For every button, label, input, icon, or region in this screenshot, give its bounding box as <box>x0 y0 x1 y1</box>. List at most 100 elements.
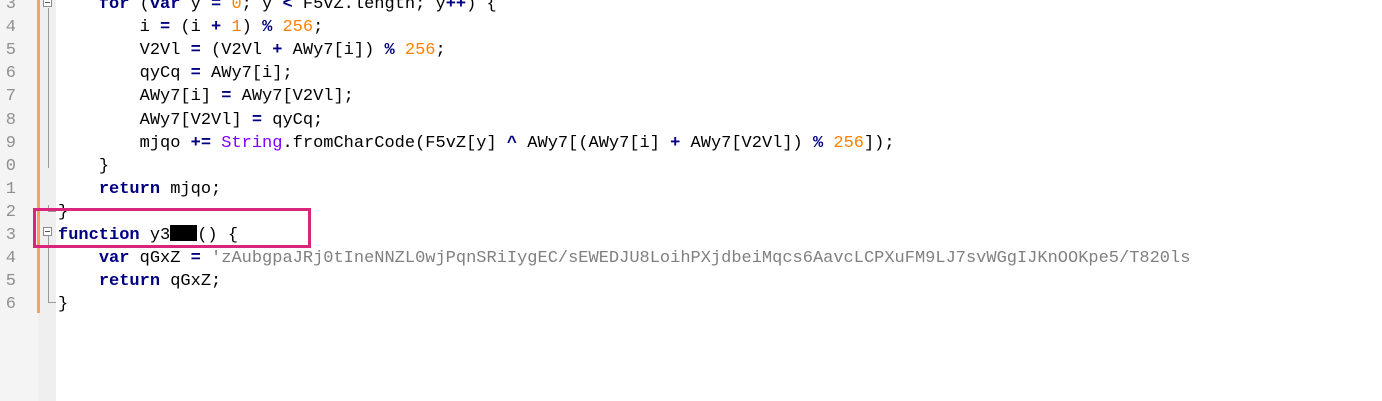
change-history-bar <box>37 0 40 313</box>
code-token: = <box>211 0 222 14</box>
line-number: 8 <box>5 110 16 130</box>
code-token: 'zAubgpaJRj0tIneNNZL0wjPqnSRiIygEC/sEWED… <box>211 249 1191 269</box>
code-token: % <box>384 41 395 61</box>
fold-margin <box>38 0 56 401</box>
code-token: .fromCharCode(F5vZ[y] <box>282 133 507 153</box>
line-number: 0 <box>5 156 16 176</box>
code-token: ]); <box>863 133 895 153</box>
code-token: + <box>211 18 222 38</box>
code-token: i <box>139 18 161 38</box>
code-token: for <box>98 0 130 14</box>
code-text: var qGxZ = 'zAubgpaJRj0tIneNNZL0wjPqnSRi… <box>58 247 1191 270</box>
code-token: } <box>98 156 110 176</box>
code-token: AWy7[V2Vl]) <box>680 133 813 153</box>
code-token: = <box>251 110 263 130</box>
code-text: AWy7[i] = AWy7[V2Vl]; <box>58 85 354 108</box>
code-token: AWy7[(AWy7[i] <box>517 133 671 153</box>
code-token: F5vZ.length; y <box>292 0 446 14</box>
code-token: < <box>282 0 293 14</box>
line-number: 5 <box>5 41 16 61</box>
code-token: += <box>190 133 212 153</box>
code-token: 256 <box>404 41 436 61</box>
code-text: return mjqo; <box>58 178 221 201</box>
code-token: % <box>262 18 273 38</box>
code-text: qyCq = AWy7[i]; <box>58 62 293 85</box>
code-token: return <box>98 179 161 199</box>
code-token: ; <box>313 18 324 38</box>
code-token: ; y <box>241 0 283 14</box>
code-text: i = (i + 1) % 256; <box>58 16 324 39</box>
code-token: ) <box>241 18 263 38</box>
code-token: (V2Vl <box>200 41 273 61</box>
fold-guide-line <box>48 8 49 168</box>
code-token: AWy7[i]; <box>200 64 293 84</box>
code-token: AWy7[V2Vl] <box>139 110 252 130</box>
line-number: 9 <box>5 133 16 153</box>
code-text: for (var y = 0; y < F5vZ.length; y++) { <box>58 0 497 16</box>
code-token: qyCq; <box>262 110 324 130</box>
code-token: 256 <box>833 133 864 153</box>
code-token: qyCq <box>139 64 191 84</box>
code-token: AWy7[V2Vl]; <box>231 87 354 107</box>
line-number: 3 <box>5 226 16 245</box>
code-token: mjqo; <box>160 179 222 199</box>
code-token: ; <box>435 41 446 61</box>
code-token: = <box>190 64 201 84</box>
line-number: 7 <box>5 87 16 107</box>
line-number: 5 <box>5 272 16 292</box>
code-token: AWy7[i] <box>139 87 222 107</box>
code-text: V2Vl = (V2Vl + AWy7[i]) % 256; <box>58 39 446 62</box>
code-token: y <box>180 0 212 14</box>
code-token: % <box>812 133 824 153</box>
code-token: = <box>160 18 171 38</box>
code-token: (i <box>170 18 212 38</box>
code-token: ) { <box>466 0 497 14</box>
code-token: 0 <box>231 0 242 14</box>
code-token: qGxZ; <box>160 272 222 292</box>
code-token: V2Vl <box>139 41 191 61</box>
code-token: = <box>190 249 201 269</box>
fold-toggle-for-loop[interactable] <box>43 0 52 7</box>
line-number: 4 <box>5 18 16 38</box>
code-token: ^ <box>506 133 518 153</box>
code-token: ++ <box>445 0 467 14</box>
line-number: 2 <box>5 202 16 222</box>
code-token: mjqo <box>139 133 191 153</box>
highlight-annotation-box <box>33 208 311 248</box>
code-token: = <box>190 41 201 61</box>
code-token: var <box>98 249 130 269</box>
code-token: + <box>272 41 283 61</box>
code-token: qGxZ <box>129 249 191 269</box>
code-text: AWy7[V2Vl] = qyCq; <box>58 109 324 132</box>
code-token: } <box>58 295 69 315</box>
code-token: String <box>221 133 283 153</box>
code-token: + <box>670 133 681 153</box>
code-text: } <box>58 155 109 178</box>
code-text: mjqo += String.fromCharCode(F5vZ[y] ^ AW… <box>58 132 895 155</box>
fold-end-marker <box>48 296 56 303</box>
code-token: 256 <box>282 18 314 38</box>
line-number: 1 <box>5 179 16 199</box>
code-token: return <box>98 272 161 292</box>
code-token: ( <box>129 0 150 14</box>
code-text: } <box>58 293 68 316</box>
code-token: 1 <box>231 18 242 38</box>
code-text: return qGxZ; <box>58 270 221 293</box>
